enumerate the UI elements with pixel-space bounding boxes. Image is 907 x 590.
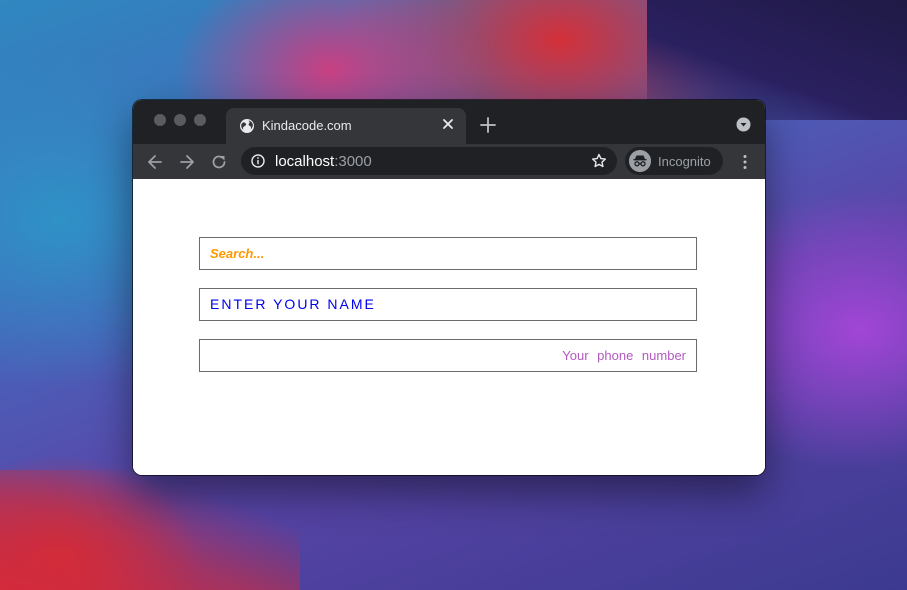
- incognito-badge[interactable]: Incognito: [625, 147, 723, 175]
- browser-window: Kindacode.com localhost:3000 Incognito S…: [133, 100, 765, 475]
- name-input[interactable]: [199, 288, 697, 321]
- window-zoom-light[interactable]: [194, 114, 206, 126]
- plus-icon[interactable]: [479, 116, 497, 134]
- phone-input[interactable]: [199, 339, 697, 372]
- back-arrow-icon[interactable]: [145, 152, 165, 172]
- forward-arrow-icon[interactable]: [177, 152, 197, 172]
- incognito-label: Incognito: [658, 154, 711, 169]
- window-close-light[interactable]: [154, 114, 166, 126]
- search-input[interactable]: [199, 237, 697, 270]
- star-icon[interactable]: [591, 153, 607, 169]
- window-minimize-light[interactable]: [174, 114, 186, 126]
- url-text[interactable]: localhost:3000: [275, 153, 372, 170]
- more-vertical-icon[interactable]: [737, 153, 753, 171]
- tab-kindacode[interactable]: Kindacode.com: [226, 108, 466, 144]
- tab-strip: Kindacode.com: [133, 100, 765, 144]
- globe-icon: [240, 119, 254, 133]
- url-port: :3000: [334, 153, 372, 170]
- url-host: localhost: [275, 153, 335, 170]
- wallpaper-band: [0, 470, 300, 590]
- reload-icon[interactable]: [209, 152, 229, 172]
- address-bar[interactable]: localhost:3000: [241, 147, 617, 175]
- info-icon[interactable]: [251, 154, 265, 168]
- incognito-icon: [629, 150, 651, 172]
- close-icon[interactable]: [440, 116, 456, 132]
- tab-search-icon[interactable]: [736, 117, 751, 132]
- tab-title: Kindacode.com: [262, 118, 352, 133]
- toolbar: localhost:3000 Incognito: [133, 144, 765, 179]
- page-content: [133, 179, 765, 475]
